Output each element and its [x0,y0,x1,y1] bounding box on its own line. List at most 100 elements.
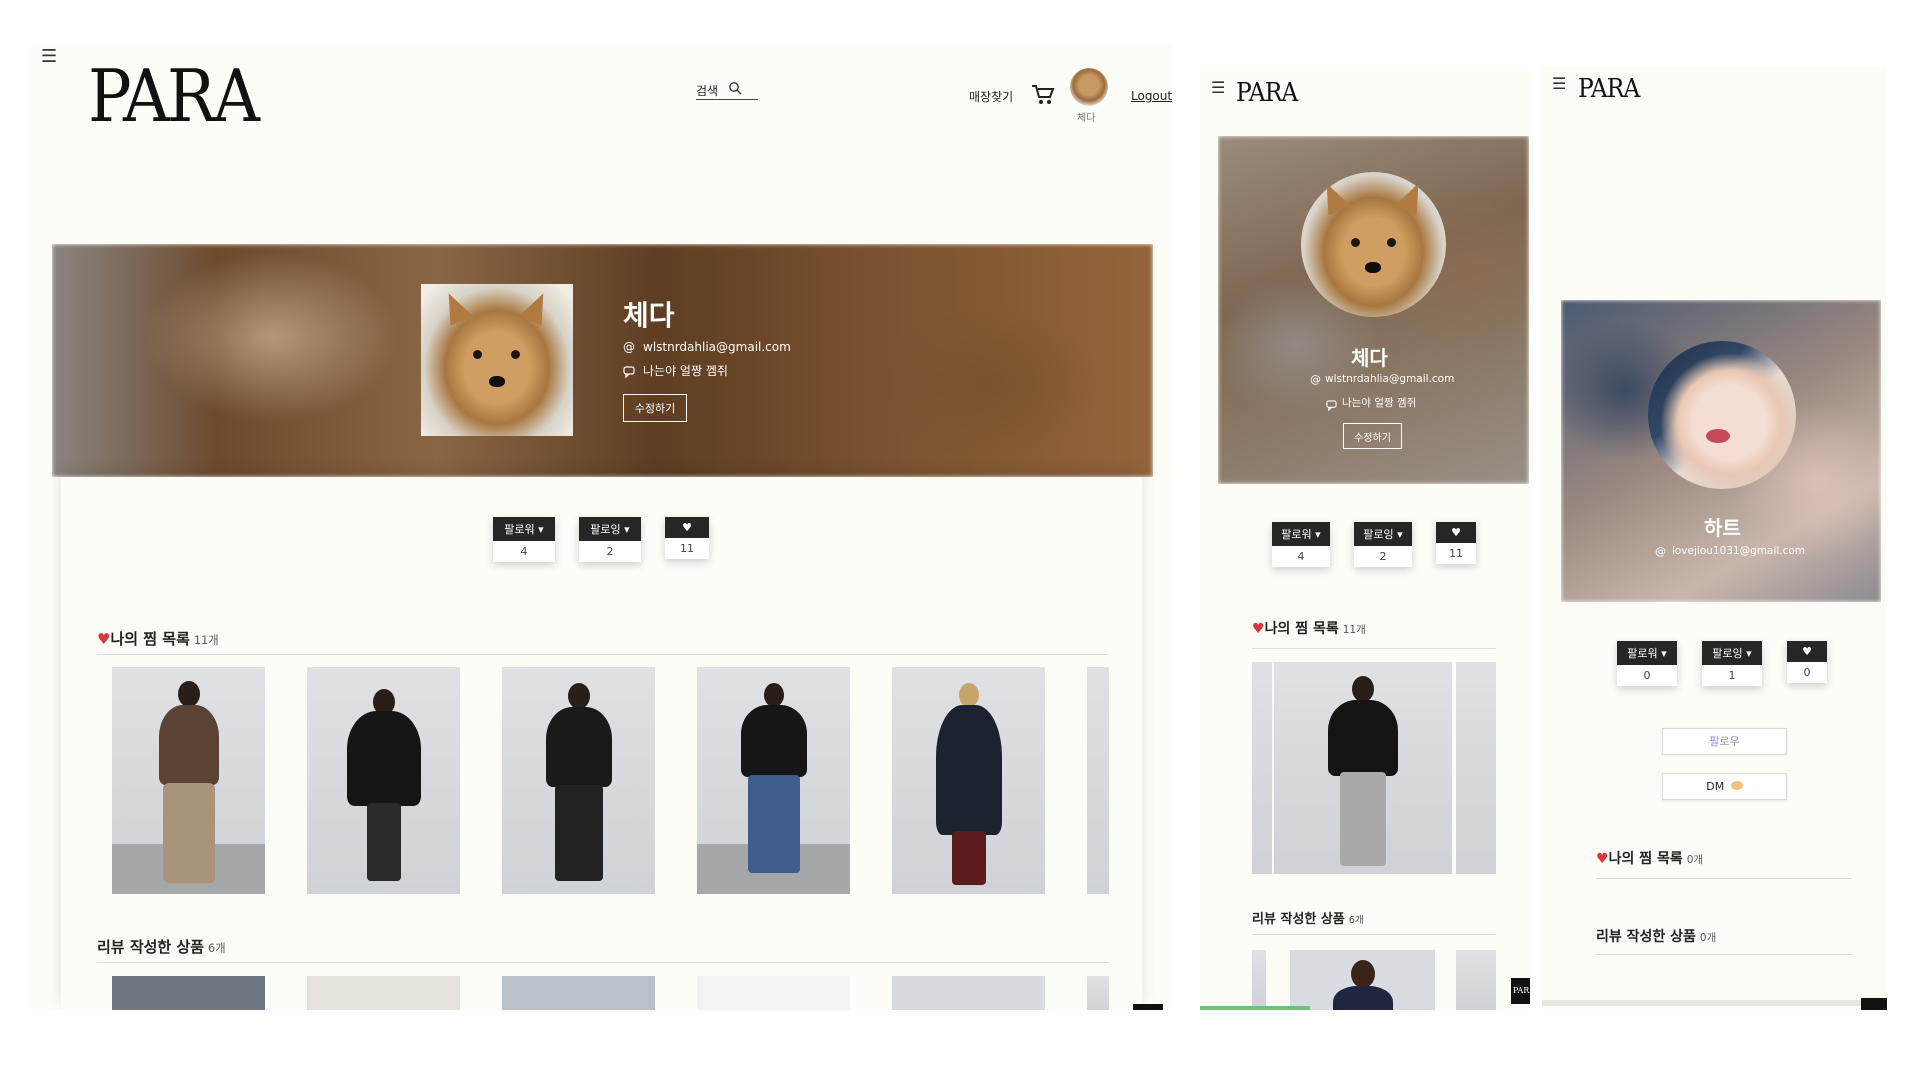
wishlist-item[interactable] [1274,662,1452,874]
following-count: 2 [1379,550,1387,563]
heart-icon[interactable]: ♥ [665,517,709,538]
likes-stat[interactable]: ♥ 0 [1787,641,1827,683]
following-stat[interactable]: 팔로잉 ▾ 2 [1354,522,1412,567]
wishlist-item-partial[interactable] [1252,662,1272,874]
reviews-title: 리뷰 작성한 상품 0개 [1596,929,1717,945]
following-label[interactable]: 팔로잉 [590,523,620,536]
followers-stat[interactable]: 팔로워 ▾ 0 [1617,641,1677,686]
heart-icon: ♥ [97,630,111,648]
profile-photo [421,284,573,436]
bottom-edge [1542,1000,1887,1006]
profile-email: wlstnrdahlia@gmail.com [643,340,791,354]
likes-stat[interactable]: ♥ 11 [665,517,709,559]
wishlist-item[interactable] [502,667,655,894]
review-item[interactable] [307,976,460,1010]
hamburger-icon[interactable]: ☰ [41,48,57,66]
reviews-count: 0개 [1699,932,1717,944]
wishlist-item-partial[interactable] [1456,662,1496,874]
review-item[interactable] [502,976,655,1010]
header-avatar[interactable] [1070,68,1108,106]
profile-photo [1301,172,1446,317]
followers-stat[interactable]: 팔로워 ▾ 4 [493,517,555,562]
para-logo[interactable]: PARA [1578,76,1640,102]
profile-banner [52,244,1153,477]
para-logo[interactable]: PARA [1236,80,1298,106]
other-user-profile-page: ☰ PARA 하트 @ lovejiou1031@gmail.com 팔로워 ▾… [1542,66,1887,1010]
profile-bio: 나는야 얼짱 껨쥐 [643,364,728,378]
review-item[interactable] [1290,950,1435,1010]
following-stat[interactable]: 팔로잉 ▾ 1 [1702,641,1762,686]
review-item[interactable] [892,976,1045,1010]
hamburger-icon[interactable]: ☰ [1552,76,1566,92]
profile-email: lovejiou1031@gmail.com [1672,545,1806,557]
at-icon: @ [1655,545,1666,558]
followers-count: 4 [1297,550,1305,563]
review-item-partial[interactable] [1087,976,1109,1010]
following-count: 2 [606,545,614,558]
wishlist-title: ♥나의 찜 목록 11개 [97,630,219,648]
divider [1252,648,1496,649]
divider [1596,954,1852,955]
followers-label[interactable]: 팔로워 [504,523,534,536]
wishlist-item[interactable] [307,667,460,894]
brand-corner-badge[interactable]: PARA [1511,978,1530,1004]
profile-name: 체다 [623,299,675,332]
speech-bubble-icon [1326,396,1337,415]
scroll-top-button[interactable] [1133,1004,1163,1010]
wishlist-item-partial[interactable] [1087,667,1109,894]
following-count: 1 [1728,669,1736,682]
reviews-title: 리뷰 작성한 상품 6개 [97,938,226,956]
store-finder-link[interactable]: 매장찾기 [969,88,1013,105]
followers-label[interactable]: 팔로워 [1281,528,1311,541]
follow-button[interactable]: 팔로우 [1662,728,1787,755]
likes-stat[interactable]: ♥ 11 [1436,522,1476,564]
wishlist-title: ♥나의 찜 목록 11개 [1252,621,1366,637]
progress-bar [1200,1006,1310,1010]
para-logo[interactable]: PARA [88,60,260,132]
profile-photo [1648,341,1796,489]
divider [1252,934,1496,935]
profile-bio: 나는야 얼짱 껨쥐 [1342,397,1417,409]
followers-count: 0 [1643,669,1651,682]
followers-stat[interactable]: 팔로워 ▾ 4 [1272,522,1330,567]
wishlist-item[interactable] [112,667,265,894]
at-icon: @ [623,340,635,354]
logout-link[interactable]: Logout [1131,89,1172,103]
wishlist-count: 11개 [1342,624,1366,636]
dm-button[interactable]: DM [1662,773,1787,800]
profile-email: wlstnrdahlia@gmail.com [1325,373,1455,385]
search-label[interactable]: 검색 [696,82,718,99]
heart-icon[interactable]: ♥ [1436,522,1476,543]
cart-icon[interactable] [1031,84,1055,110]
dm-label: DM [1706,780,1725,793]
review-item[interactable] [697,976,850,1010]
hamburger-icon[interactable]: ☰ [1211,80,1225,96]
search-icon[interactable] [728,80,742,99]
wishlist-title: ♥나의 찜 목록 0개 [1596,851,1704,867]
heart-icon: ♥ [1252,621,1265,637]
review-item[interactable] [112,976,265,1010]
review-item-partial[interactable] [1456,950,1496,1010]
profile-name: 하트 [1704,516,1741,540]
scroll-top-button[interactable] [1861,998,1887,1010]
wishlist-item[interactable] [892,667,1045,894]
following-label[interactable]: 팔로잉 [1363,528,1393,541]
wishlist-item[interactable] [697,667,850,894]
edit-profile-button[interactable]: 수정하기 [623,394,687,422]
review-item-partial[interactable] [1252,950,1266,1010]
following-stat[interactable]: 팔로잉 ▾ 2 [579,517,641,562]
divider [97,962,1109,963]
speech-bubble-icon [623,363,635,382]
edit-profile-button[interactable]: 수정하기 [1343,423,1402,449]
tablet-profile-page: ☰ PARA 체다 @ wlstnrdahlia@gmail.com 나는야 얼… [1200,70,1530,1010]
likes-count: 11 [680,542,694,555]
reviews-title: 리뷰 작성한 상품 6개 [1252,912,1364,927]
desktop-profile-page: ☰ PARA 검색 매장찾기 체다 Logout 체다 @ wlstnrdahl… [31,44,1172,1010]
followers-label[interactable]: 팔로워 [1627,647,1657,660]
following-label[interactable]: 팔로잉 [1712,647,1742,660]
search-underline [696,99,758,100]
banner-background [52,244,1153,477]
heart-icon[interactable]: ♥ [1787,641,1827,662]
header-avatar-caption: 체다 [1077,113,1096,124]
profile-name: 체다 [1351,346,1388,370]
